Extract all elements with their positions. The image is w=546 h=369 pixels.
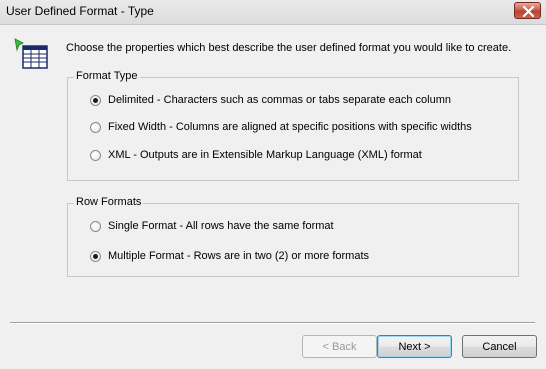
radio-delimited[interactable]: Delimited - Characters such as commas or… — [90, 94, 451, 106]
format-type-group: Format Type Delimited - Characters such … — [67, 70, 519, 181]
radio-button[interactable] — [90, 121, 101, 133]
radio-multiple-format[interactable]: Multiple Format - Rows are in two (2) or… — [90, 250, 369, 262]
divider — [10, 322, 535, 324]
instruction-text: Choose the properties which best describ… — [66, 42, 512, 54]
format-type-legend: Format Type — [74, 70, 140, 82]
cancel-button[interactable]: Cancel — [462, 335, 537, 358]
row-formats-legend: Row Formats — [74, 196, 144, 208]
table-wizard-icon — [14, 38, 48, 69]
radio-xml[interactable]: XML - Outputs are in Extensible Markup L… — [90, 149, 422, 161]
radio-fixed-width[interactable]: Fixed Width - Columns are aligned at spe… — [90, 121, 472, 133]
radio-xml-label: XML - Outputs are in Extensible Markup L… — [108, 149, 422, 161]
radio-button[interactable] — [90, 220, 101, 232]
radio-multiple-format-label: Multiple Format - Rows are in two (2) or… — [108, 250, 370, 262]
back-button[interactable]: < Back — [302, 335, 377, 358]
radio-button-selected[interactable] — [90, 94, 101, 106]
radio-button-selected[interactable] — [90, 250, 101, 262]
radio-delimited-label: Delimited - Characters such as commas or… — [108, 94, 451, 106]
title-bar: User Defined Format - Type — [0, 0, 546, 25]
next-button[interactable]: Next > — [377, 335, 452, 358]
window-title: User Defined Format - Type — [6, 4, 154, 18]
radio-button[interactable] — [90, 149, 101, 161]
radio-single-format-label: Single Format - All rows have the same f… — [108, 220, 334, 232]
radio-single-format[interactable]: Single Format - All rows have the same f… — [90, 220, 334, 232]
row-formats-group: Row Formats Single Format - All rows hav… — [67, 196, 519, 277]
radio-fixed-width-label: Fixed Width - Columns are aligned at spe… — [108, 121, 472, 133]
close-button[interactable] — [514, 2, 541, 19]
close-icon — [522, 6, 535, 17]
